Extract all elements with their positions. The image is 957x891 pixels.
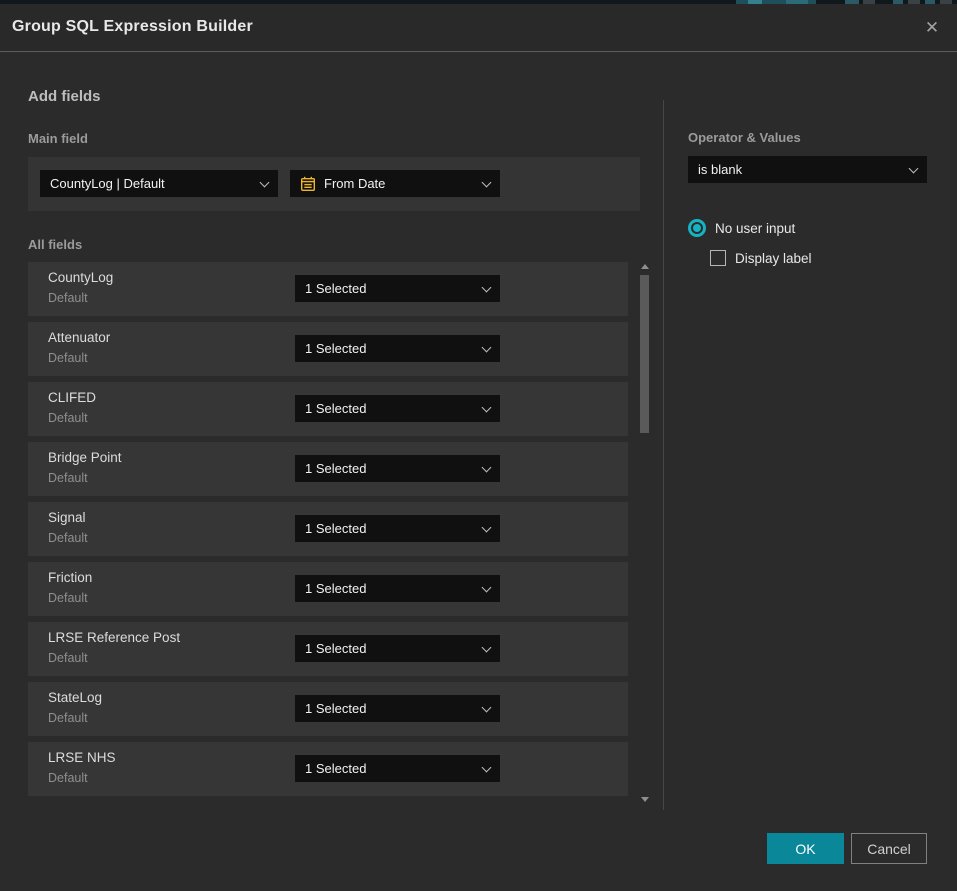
- dialog-title: Group SQL Expression Builder: [12, 18, 253, 36]
- field-row: StateLog Default 1 Selected: [28, 682, 628, 736]
- field-subtitle: Default: [48, 471, 88, 485]
- add-fields-heading: Add fields: [28, 88, 101, 105]
- chevron-down-icon: [482, 642, 492, 652]
- selected-count-select[interactable]: 1 Selected: [295, 575, 500, 602]
- group-sql-expression-builder-dialog: Group SQL Expression Builder ✕ Add field…: [0, 4, 957, 891]
- selected-count-value: 1 Selected: [305, 521, 475, 536]
- scrollbar-thumb[interactable]: [640, 275, 649, 433]
- selected-count-select[interactable]: 1 Selected: [295, 515, 500, 542]
- dataset-select-value: CountyLog | Default: [50, 176, 253, 191]
- operator-select-value: is blank: [698, 162, 902, 177]
- close-icon: ✕: [925, 19, 939, 36]
- chevron-down-icon: [482, 177, 492, 187]
- field-name: Signal: [48, 510, 86, 525]
- operator-values-heading: Operator & Values: [688, 130, 801, 145]
- field-row: Attenuator Default 1 Selected: [28, 322, 628, 376]
- main-field-container: CountyLog | Default From Date: [28, 157, 640, 211]
- no-user-input-radio[interactable]: No user input: [688, 219, 795, 237]
- selected-count-select[interactable]: 1 Selected: [295, 635, 500, 662]
- field-row: CLIFED Default 1 Selected: [28, 382, 628, 436]
- chevron-down-icon: [482, 462, 492, 472]
- field-row: Bridge Point Default 1 Selected: [28, 442, 628, 496]
- main-field-label: Main field: [28, 131, 88, 146]
- dialog-header: Group SQL Expression Builder ✕: [0, 4, 957, 52]
- operator-select[interactable]: is blank: [688, 156, 927, 183]
- field-row: LRSE NHS Default 1 Selected: [28, 742, 628, 796]
- display-label-checkbox[interactable]: Display label: [710, 250, 812, 266]
- selected-count-value: 1 Selected: [305, 701, 475, 716]
- selected-count-value: 1 Selected: [305, 461, 475, 476]
- field-name: CLIFED: [48, 390, 96, 405]
- display-label-label: Display label: [735, 251, 812, 266]
- chevron-down-icon: [260, 177, 270, 187]
- chevron-down-icon: [482, 762, 492, 772]
- checkbox-unchecked-icon: [710, 250, 726, 266]
- field-name: LRSE Reference Post: [48, 630, 180, 645]
- field-row: Friction Default 1 Selected: [28, 562, 628, 616]
- no-user-input-label: No user input: [715, 221, 795, 236]
- calendar-icon: [300, 176, 316, 192]
- field-subtitle: Default: [48, 591, 88, 605]
- field-select-value: From Date: [324, 176, 475, 191]
- field-subtitle: Default: [48, 291, 88, 305]
- field-name: Attenuator: [48, 330, 110, 345]
- selected-count-select[interactable]: 1 Selected: [295, 455, 500, 482]
- field-subtitle: Default: [48, 771, 88, 785]
- field-subtitle: Default: [48, 711, 88, 725]
- dataset-select[interactable]: CountyLog | Default: [40, 170, 278, 197]
- field-subtitle: Default: [48, 531, 88, 545]
- field-subtitle: Default: [48, 651, 88, 665]
- chevron-down-icon: [482, 282, 492, 292]
- ok-button[interactable]: OK: [767, 833, 844, 864]
- chevron-down-icon: [482, 582, 492, 592]
- scroll-up-button[interactable]: [641, 264, 649, 269]
- field-name: StateLog: [48, 690, 102, 705]
- selected-count-value: 1 Selected: [305, 341, 475, 356]
- all-fields-label: All fields: [28, 237, 82, 252]
- field-name: Bridge Point: [48, 450, 122, 465]
- field-select[interactable]: From Date: [290, 170, 500, 197]
- chevron-down-icon: [909, 163, 919, 173]
- field-name: LRSE NHS: [48, 750, 116, 765]
- chevron-down-icon: [482, 702, 492, 712]
- field-name: Friction: [48, 570, 92, 585]
- all-fields-list: CountyLog Default 1 Selected Attenuator …: [28, 262, 628, 802]
- fields-scrollbar: [637, 260, 653, 810]
- scroll-down-button[interactable]: [641, 797, 649, 802]
- field-subtitle: Default: [48, 351, 88, 365]
- selected-count-value: 1 Selected: [305, 581, 475, 596]
- selected-count-select[interactable]: 1 Selected: [295, 335, 500, 362]
- selected-count-value: 1 Selected: [305, 641, 475, 656]
- field-subtitle: Default: [48, 411, 88, 425]
- selected-count-value: 1 Selected: [305, 401, 475, 416]
- selected-count-select[interactable]: 1 Selected: [295, 275, 500, 302]
- chevron-down-icon: [482, 342, 492, 352]
- selected-count-value: 1 Selected: [305, 761, 475, 776]
- close-button[interactable]: ✕: [920, 15, 944, 39]
- radio-selected-icon: [688, 219, 706, 237]
- cancel-button[interactable]: Cancel: [851, 833, 927, 864]
- field-name: CountyLog: [48, 270, 113, 285]
- selected-count-select[interactable]: 1 Selected: [295, 695, 500, 722]
- chevron-down-icon: [482, 522, 492, 532]
- chevron-down-icon: [482, 402, 492, 412]
- selected-count-select[interactable]: 1 Selected: [295, 755, 500, 782]
- selected-count-value: 1 Selected: [305, 281, 475, 296]
- selected-count-select[interactable]: 1 Selected: [295, 395, 500, 422]
- field-row: Signal Default 1 Selected: [28, 502, 628, 556]
- panel-divider: [663, 100, 664, 810]
- field-row: LRSE Reference Post Default 1 Selected: [28, 622, 628, 676]
- field-row: CountyLog Default 1 Selected: [28, 262, 628, 316]
